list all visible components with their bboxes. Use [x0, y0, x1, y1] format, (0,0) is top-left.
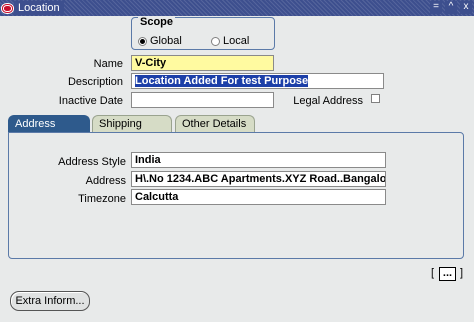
- tab-shipping-details[interactable]: Shipping Details: [92, 115, 172, 146]
- maximize-icon[interactable]: ^: [445, 1, 457, 14]
- close-icon[interactable]: x: [460, 1, 472, 14]
- inactive-date-field[interactable]: [131, 92, 274, 108]
- tab-other-details[interactable]: Other Details: [175, 115, 255, 132]
- description-field[interactable]: Location Added For test Purpose: [131, 73, 384, 89]
- radio-selected-icon: [138, 36, 147, 46]
- bracket-left: [: [431, 267, 435, 279]
- name-label: Name: [93, 58, 123, 70]
- timezone-label: Timezone: [78, 193, 126, 205]
- scope-local-radio[interactable]: Local: [211, 35, 249, 47]
- legal-address-label: Legal Address: [293, 95, 363, 107]
- scope-global-label: Global: [150, 35, 182, 47]
- descriptive-flexfield-button[interactable]: ...: [439, 267, 456, 281]
- bracket-right: ]: [460, 267, 464, 279]
- minimize-icon[interactable]: =: [430, 1, 442, 14]
- timezone-field[interactable]: Calcutta: [131, 189, 386, 205]
- address-label: Address: [85, 175, 126, 187]
- name-field[interactable]: V-City: [131, 55, 274, 71]
- description-value: Location Added For test Purpose: [135, 75, 309, 87]
- address-style-label: Address Style: [58, 156, 126, 168]
- scope-local-label: Local: [223, 35, 250, 47]
- description-label: Description: [67, 76, 123, 88]
- extra-information-button[interactable]: Extra Inform...: [10, 291, 90, 311]
- tab-address-details[interactable]: Address Details: [8, 115, 90, 146]
- window-titlebar: Location = ^ x: [0, 0, 474, 16]
- oracle-app-icon: [1, 2, 14, 14]
- scope-global-radio[interactable]: Global: [138, 35, 182, 47]
- legal-address-checkbox[interactable]: [371, 94, 380, 103]
- scope-group: Scope Global Local: [131, 16, 275, 50]
- radio-unselected-icon: [211, 36, 220, 46]
- inactive-date-label: Inactive Date: [58, 95, 123, 107]
- address-field[interactable]: H\.No 1234.ABC Apartments.XYZ Road..Bang…: [131, 171, 386, 187]
- window-controls: = ^ x: [430, 1, 472, 14]
- scope-legend: Scope: [138, 16, 176, 28]
- address-style-field[interactable]: India: [131, 152, 386, 168]
- window-title: Location: [14, 1, 64, 15]
